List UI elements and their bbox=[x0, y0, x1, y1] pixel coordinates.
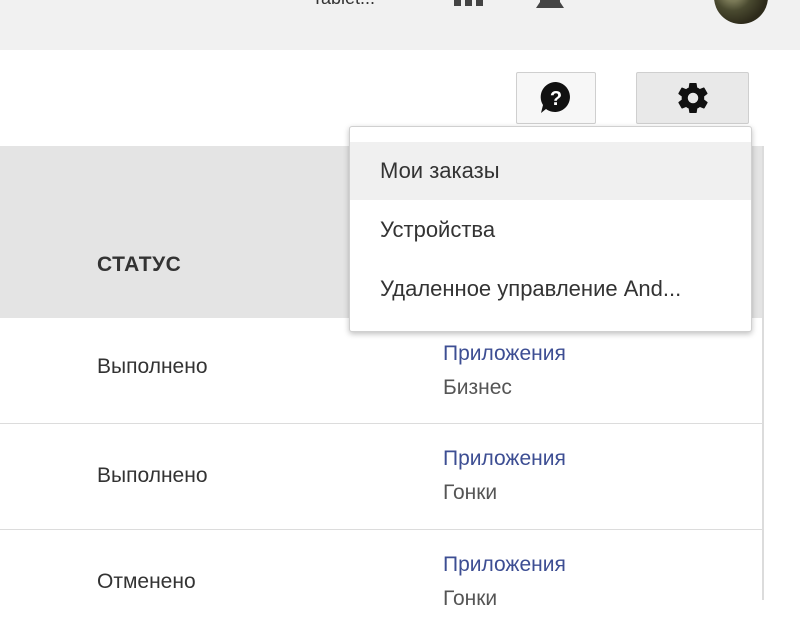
row-category[interactable]: Приложения Гонки bbox=[443, 442, 566, 510]
gear-icon bbox=[677, 82, 708, 114]
table-row[interactable]: Отменено Приложения Гонки bbox=[0, 530, 762, 620]
row-status: Выполнено bbox=[97, 464, 208, 487]
subcategory-link[interactable]: Гонки bbox=[443, 582, 566, 616]
settings-dropdown-menu: Мои заказы Устройства Удаленное управлен… bbox=[349, 126, 752, 332]
table-row[interactable]: Выполнено Приложения Бизнес bbox=[0, 318, 762, 424]
row-status: Отменено bbox=[97, 570, 196, 593]
account-indicator[interactable]: · bbox=[641, 0, 646, 8]
menu-item-label: Устройства bbox=[380, 217, 496, 242]
help-icon: ? bbox=[540, 81, 570, 113]
avatar[interactable] bbox=[714, 0, 768, 24]
svg-text:?: ? bbox=[550, 88, 562, 110]
scrollbar-track[interactable] bbox=[762, 146, 764, 600]
row-status: Выполнено bbox=[97, 355, 208, 378]
menu-item-remote-management[interactable]: Удаленное управление And... bbox=[350, 260, 751, 318]
help-button[interactable]: ? bbox=[516, 72, 596, 124]
category-link[interactable]: Приложения bbox=[443, 342, 566, 365]
category-link[interactable]: Приложения bbox=[443, 553, 566, 576]
row-category[interactable]: Приложения Бизнес bbox=[443, 337, 566, 405]
bell-icon[interactable] bbox=[534, 0, 566, 12]
menu-item-devices[interactable]: Устройства bbox=[350, 201, 751, 259]
row-category[interactable]: Приложения Гонки bbox=[443, 548, 566, 616]
category-link[interactable]: Приложения bbox=[443, 447, 566, 470]
apps-icon[interactable] bbox=[452, 0, 486, 6]
menu-item-label: Удаленное управление And... bbox=[380, 276, 682, 301]
subcategory-link[interactable]: Бизнес bbox=[443, 371, 566, 405]
menu-item-label: Мои заказы bbox=[380, 158, 500, 183]
top-bar: Tablet... · bbox=[0, 0, 800, 50]
menu-item-my-orders[interactable]: Мои заказы bbox=[350, 142, 751, 200]
subcategory-link[interactable]: Гонки bbox=[443, 476, 566, 510]
table-row[interactable]: Выполнено Приложения Гонки bbox=[0, 424, 762, 530]
column-header-status[interactable]: СТАТУС bbox=[97, 253, 181, 277]
device-name-partial[interactable]: Tablet... bbox=[312, 0, 375, 9]
settings-button[interactable] bbox=[636, 72, 749, 124]
